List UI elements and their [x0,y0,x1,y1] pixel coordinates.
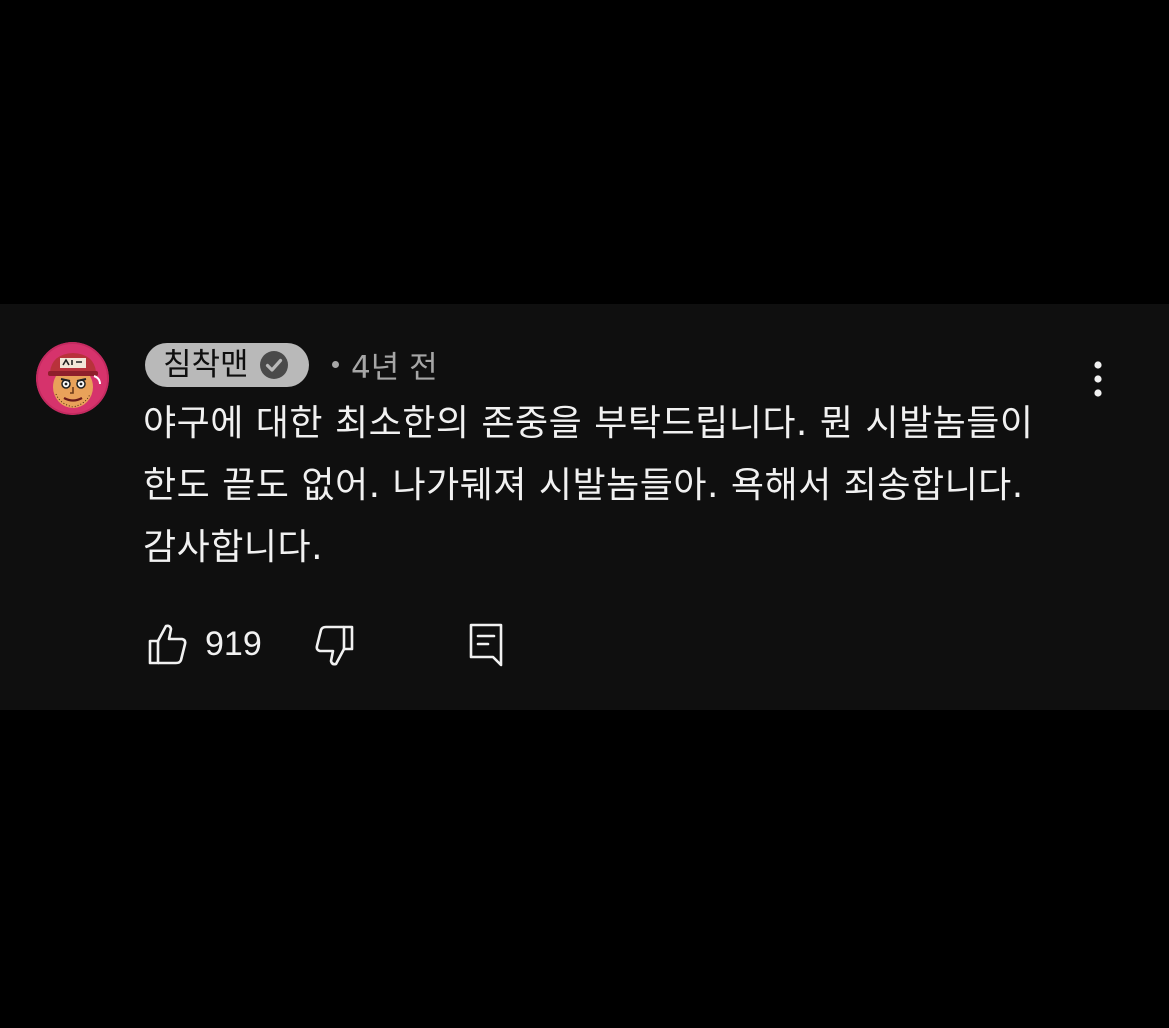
author-name: 침착맨 [163,346,249,383]
vertical-ellipsis-icon [1094,361,1102,397]
separator-dot [332,360,339,368]
comment-text: 야구에 대한 최소한의 존중을 부탁드립니다. 뭔 시발놈들이 한도 끝도 없어… [143,403,1034,568]
comment-actions: 919 [0,614,1169,674]
avatar-cartoon-icon [36,342,109,415]
thumbs-up-icon [148,624,187,665]
author-chip[interactable]: 침착맨 [145,343,309,387]
comment-meta: 4년 전 [332,342,438,387]
avatar[interactable] [36,342,109,415]
comment-reply-icon [469,623,503,667]
like-count: 919 [205,625,262,663]
reply-button[interactable] [465,620,507,670]
more-options-button[interactable] [1083,358,1113,400]
thumbs-down-icon [315,625,354,666]
check-circle-icon [259,351,288,379]
timestamp[interactable]: 4년 전 [351,342,438,387]
like-button[interactable] [146,622,188,666]
dislike-button[interactable] [314,624,356,668]
